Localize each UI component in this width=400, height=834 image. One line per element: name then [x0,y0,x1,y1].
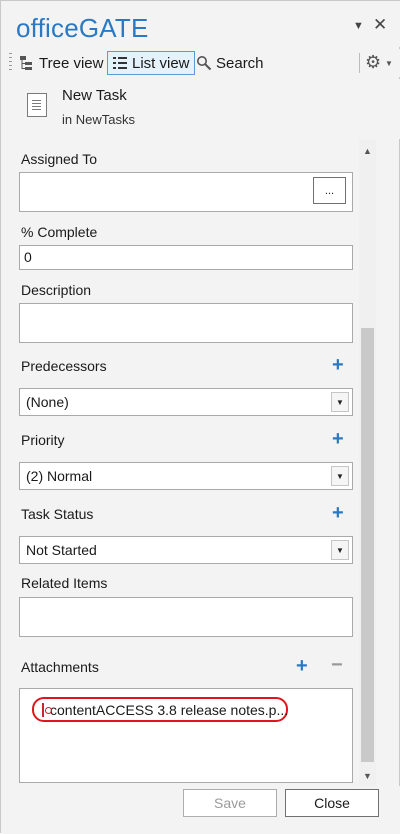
list-view-icon [112,55,128,71]
item-header: New Task in NewTasks [1,79,400,139]
scroll-thumb[interactable] [361,328,374,762]
task-status-select[interactable]: Not Started ▼ [19,536,353,564]
predecessors-value: (None) [26,394,69,410]
item-location: in NewTasks [62,112,135,127]
attachments-list[interactable]: contentACCESS 3.8 release notes.p... [19,688,353,783]
priority-select[interactable]: (2) Normal ▼ [19,462,353,490]
percent-complete-field[interactable]: 0 [19,245,353,270]
toolbar-separator [359,53,360,73]
add-task-status-button[interactable]: + [332,503,344,523]
close-pane-icon[interactable]: ✕ [373,16,387,33]
list-view-label: List view [132,54,190,72]
item-title: New Task [62,87,127,104]
form-scrollbar[interactable]: ▲ ▼ [359,140,376,786]
priority-dropdown-icon[interactable]: ▼ [331,466,349,486]
tree-view-label: Tree view [39,54,104,72]
predecessors-label: Predecessors [21,358,107,374]
description-field[interactable] [19,303,353,343]
attachments-label: Attachments [21,659,99,675]
list-view-button[interactable]: List view [107,51,195,75]
predecessors-dropdown-icon[interactable]: ▼ [331,392,349,412]
description-label: Description [21,282,92,298]
add-attachment-button[interactable]: + [296,656,308,676]
footer: Save Close [1,786,400,834]
properties-form: Assigned To ... % Complete 0 Description… [11,140,360,786]
attachment-filename: contentACCESS 3.8 release notes.p... [50,701,289,718]
task-pane: officeGATE ▼ ✕ Tree view List view Searc… [0,0,400,834]
predecessors-select[interactable]: (None) ▼ [19,388,353,416]
assigned-to-field[interactable] [19,172,353,212]
pane-options-dropdown[interactable]: ▼ [353,21,364,32]
related-items-field[interactable] [19,597,353,637]
add-priority-button[interactable]: + [332,429,344,449]
title-bar: officeGATE ▼ ✕ [1,1,400,47]
pdf-icon [42,702,52,717]
search-icon [196,55,212,71]
app-title: officeGATE [16,13,149,43]
add-predecessor-button[interactable]: + [332,355,344,375]
task-status-dropdown-icon[interactable]: ▼ [331,540,349,560]
gear-icon[interactable]: ⚙ [365,52,381,73]
scroll-up-icon[interactable]: ▲ [359,142,376,159]
tree-view-button[interactable]: Tree view [15,51,107,75]
priority-label: Priority [21,432,65,448]
toolbar-grip[interactable] [9,53,12,73]
close-button[interactable]: Close [285,789,379,817]
search-label: Search [216,54,264,72]
tree-view-icon [19,55,35,71]
search-button[interactable]: Search [192,51,268,75]
scroll-down-icon[interactable]: ▼ [359,767,376,784]
attachment-item[interactable]: contentACCESS 3.8 release notes.p... [32,697,288,722]
percent-complete-label: % Complete [21,224,98,240]
assigned-to-browse-button[interactable]: ... [313,177,346,204]
assigned-to-label: Assigned To [21,151,98,167]
document-icon [27,93,47,117]
toolbar: Tree view List view Search ⚙ ▼ [1,49,400,77]
task-status-label: Task Status [21,506,94,522]
gear-caret-icon[interactable]: ▼ [385,59,393,68]
remove-attachment-button[interactable]: − [331,655,343,675]
priority-value: (2) Normal [26,468,93,484]
related-items-label: Related Items [21,575,108,591]
save-button[interactable]: Save [183,789,277,817]
task-status-value: Not Started [26,542,97,558]
